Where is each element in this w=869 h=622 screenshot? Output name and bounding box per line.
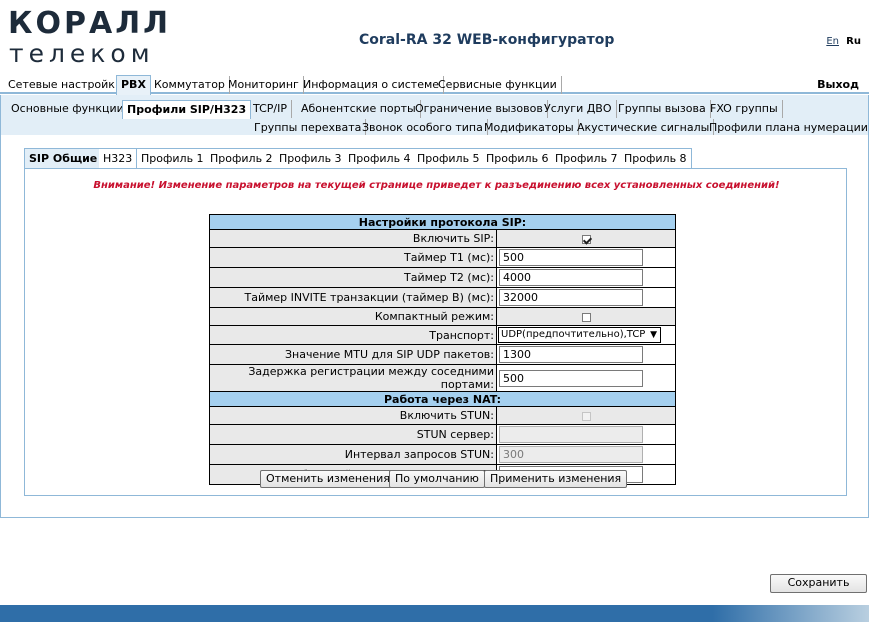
cancel-changes-button[interactable]: Отменить изменения bbox=[260, 470, 396, 488]
footer-bar bbox=[0, 605, 869, 622]
tab-profile-3[interactable]: Профиль 3 bbox=[275, 148, 347, 168]
subnav-call-restrictions[interactable]: Ограничение вызовов bbox=[411, 100, 548, 118]
nat-section-header: Работа через NAT: bbox=[209, 391, 676, 407]
tab-profile-5[interactable]: Профиль 5 bbox=[413, 148, 485, 168]
content-panel: SIP Общие H323 Профиль 1 Профиль 2 Профи… bbox=[1, 135, 868, 517]
dropdown-arrow-icon: ▼ bbox=[650, 330, 657, 340]
sip-settings-table: Настройки протокола SIP: Включить SIP: Т… bbox=[209, 214, 676, 485]
subnav-tcp-ip[interactable]: TCP/IP bbox=[249, 100, 292, 118]
stun-interval-input[interactable]: 300 bbox=[499, 446, 643, 463]
save-button[interactable]: Сохранить bbox=[770, 574, 867, 593]
mainnav-service-functions[interactable]: Сервисные функции bbox=[434, 76, 562, 94]
pbx-section: Основные функции Профили SIP/H323 TCP/IP… bbox=[0, 95, 869, 518]
timer-t2-input[interactable]: 4000 bbox=[499, 269, 643, 286]
subnav-subscriber-ports[interactable]: Абонентские порты bbox=[297, 100, 421, 118]
company-logo: КОРАЛЛ телеком bbox=[8, 6, 178, 68]
subnav-supplementary-services[interactable]: Услуги ДВО bbox=[540, 100, 617, 118]
transport-select-value: UDP(предпочтительно),TCP bbox=[501, 329, 646, 340]
subnav-sip-h323-profiles[interactable]: Профили SIP/H323 bbox=[122, 100, 252, 119]
tab-profile-1[interactable]: Профиль 1 bbox=[137, 148, 209, 168]
compact-mode-label: Компактный режим: bbox=[209, 307, 497, 326]
registration-delay-input[interactable]: 500 bbox=[499, 369, 643, 387]
default-button[interactable]: По умолчанию bbox=[389, 470, 485, 488]
mainnav-pbx[interactable]: PBX bbox=[116, 75, 151, 95]
tab-sip-general[interactable]: SIP Общие bbox=[24, 148, 103, 168]
mainnav-switch[interactable]: Коммутатор bbox=[150, 76, 230, 94]
timer-t2-label: Таймер T2 (мс): bbox=[209, 267, 497, 288]
enable-stun-label: Включить STUN: bbox=[209, 406, 497, 425]
main-nav: Сетевые настройки PBX Коммутатор Монитор… bbox=[0, 75, 869, 95]
subnav-fxo-groups[interactable]: FXO группы bbox=[706, 100, 783, 118]
warning-message: Внимание! Изменение параметров на текуще… bbox=[93, 180, 780, 191]
subnav-call-groups[interactable]: Группы вызова bbox=[614, 100, 711, 118]
tab-profile-6[interactable]: Профиль 6 bbox=[482, 148, 554, 168]
mainnav-system-info[interactable]: Информация о системе bbox=[299, 76, 445, 94]
logo-bottom-text: телеком bbox=[9, 39, 155, 68]
enable-stun-checkbox[interactable] bbox=[581, 411, 591, 421]
stun-interval-label: Интервал запросов STUN: bbox=[209, 444, 497, 465]
tab-profile-7[interactable]: Профиль 7 bbox=[551, 148, 623, 168]
mtu-input[interactable]: 1300 bbox=[499, 346, 643, 363]
stun-server-label: STUN сервер: bbox=[209, 424, 497, 445]
mainnav-monitoring[interactable]: Мониторинг bbox=[224, 76, 304, 94]
timer-t1-input[interactable]: 500 bbox=[499, 249, 643, 266]
mainnav-network-settings[interactable]: Сетевые настройки bbox=[4, 76, 128, 94]
registration-delay-label: Задержка регистрации между соседними пор… bbox=[209, 364, 497, 392]
sip-general-tab-content: Внимание! Изменение параметров на текуще… bbox=[24, 168, 847, 496]
logo-top-text: КОРАЛЛ bbox=[8, 6, 172, 41]
stun-server-input[interactable] bbox=[499, 426, 643, 443]
subnav-basic-functions[interactable]: Основные функции bbox=[7, 100, 129, 118]
compact-mode-checkbox[interactable] bbox=[581, 312, 591, 322]
sip-section-header: Настройки протокола SIP: bbox=[209, 214, 676, 230]
invite-timer-input[interactable]: 32000 bbox=[499, 289, 643, 306]
enable-sip-label: Включить SIP: bbox=[209, 229, 497, 248]
lang-ru-link[interactable]: Ru bbox=[846, 36, 861, 47]
transport-label: Транспорт: bbox=[209, 325, 497, 345]
invite-timer-label: Таймер INVITE транзакции (таймер B) (мс)… bbox=[209, 287, 497, 308]
transport-select[interactable]: UDP(предпочтительно),TCP ▼ bbox=[498, 327, 661, 343]
lang-en-link[interactable]: En bbox=[826, 36, 839, 47]
tab-profile-2[interactable]: Профиль 2 bbox=[206, 148, 278, 168]
apply-changes-button[interactable]: Применить изменения bbox=[484, 470, 628, 488]
language-switcher: En Ru bbox=[822, 36, 861, 47]
app-title: Coral-RA 32 WEB-конфигуратор bbox=[359, 32, 615, 48]
tab-profile-4[interactable]: Профиль 4 bbox=[344, 148, 416, 168]
mtu-label: Значение MTU для SIP UDP пакетов: bbox=[209, 344, 497, 365]
tab-profile-8[interactable]: Профиль 8 bbox=[620, 148, 692, 168]
exit-link[interactable]: Выход bbox=[817, 76, 859, 93]
tab-h323[interactable]: H323 bbox=[99, 148, 138, 168]
enable-sip-checkbox[interactable] bbox=[581, 234, 591, 244]
timer-t1-label: Таймер T1 (мс): bbox=[209, 247, 497, 268]
